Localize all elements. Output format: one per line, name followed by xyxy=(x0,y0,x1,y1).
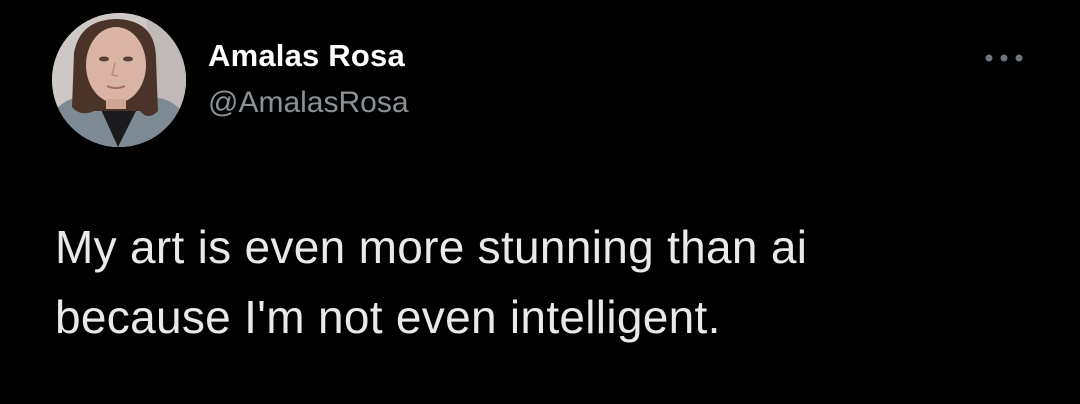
tweet-text-line: My art is even more stunning than ai xyxy=(55,221,808,273)
display-name[interactable]: Amalas Rosa xyxy=(208,38,405,74)
tweet-text-line: because I'm not even intelligent. xyxy=(55,291,721,343)
avatar[interactable] xyxy=(52,13,186,147)
more-horizontal-icon xyxy=(985,54,1023,62)
avatar-photo xyxy=(52,13,186,147)
more-options-button[interactable] xyxy=(980,44,1028,72)
user-handle[interactable]: @AmalasRosa xyxy=(208,86,409,120)
tweet-card: Amalas Rosa @AmalasRosa My art is even m… xyxy=(0,0,1080,404)
tweet-text: My art is even more stunning than ai bec… xyxy=(55,212,1045,352)
